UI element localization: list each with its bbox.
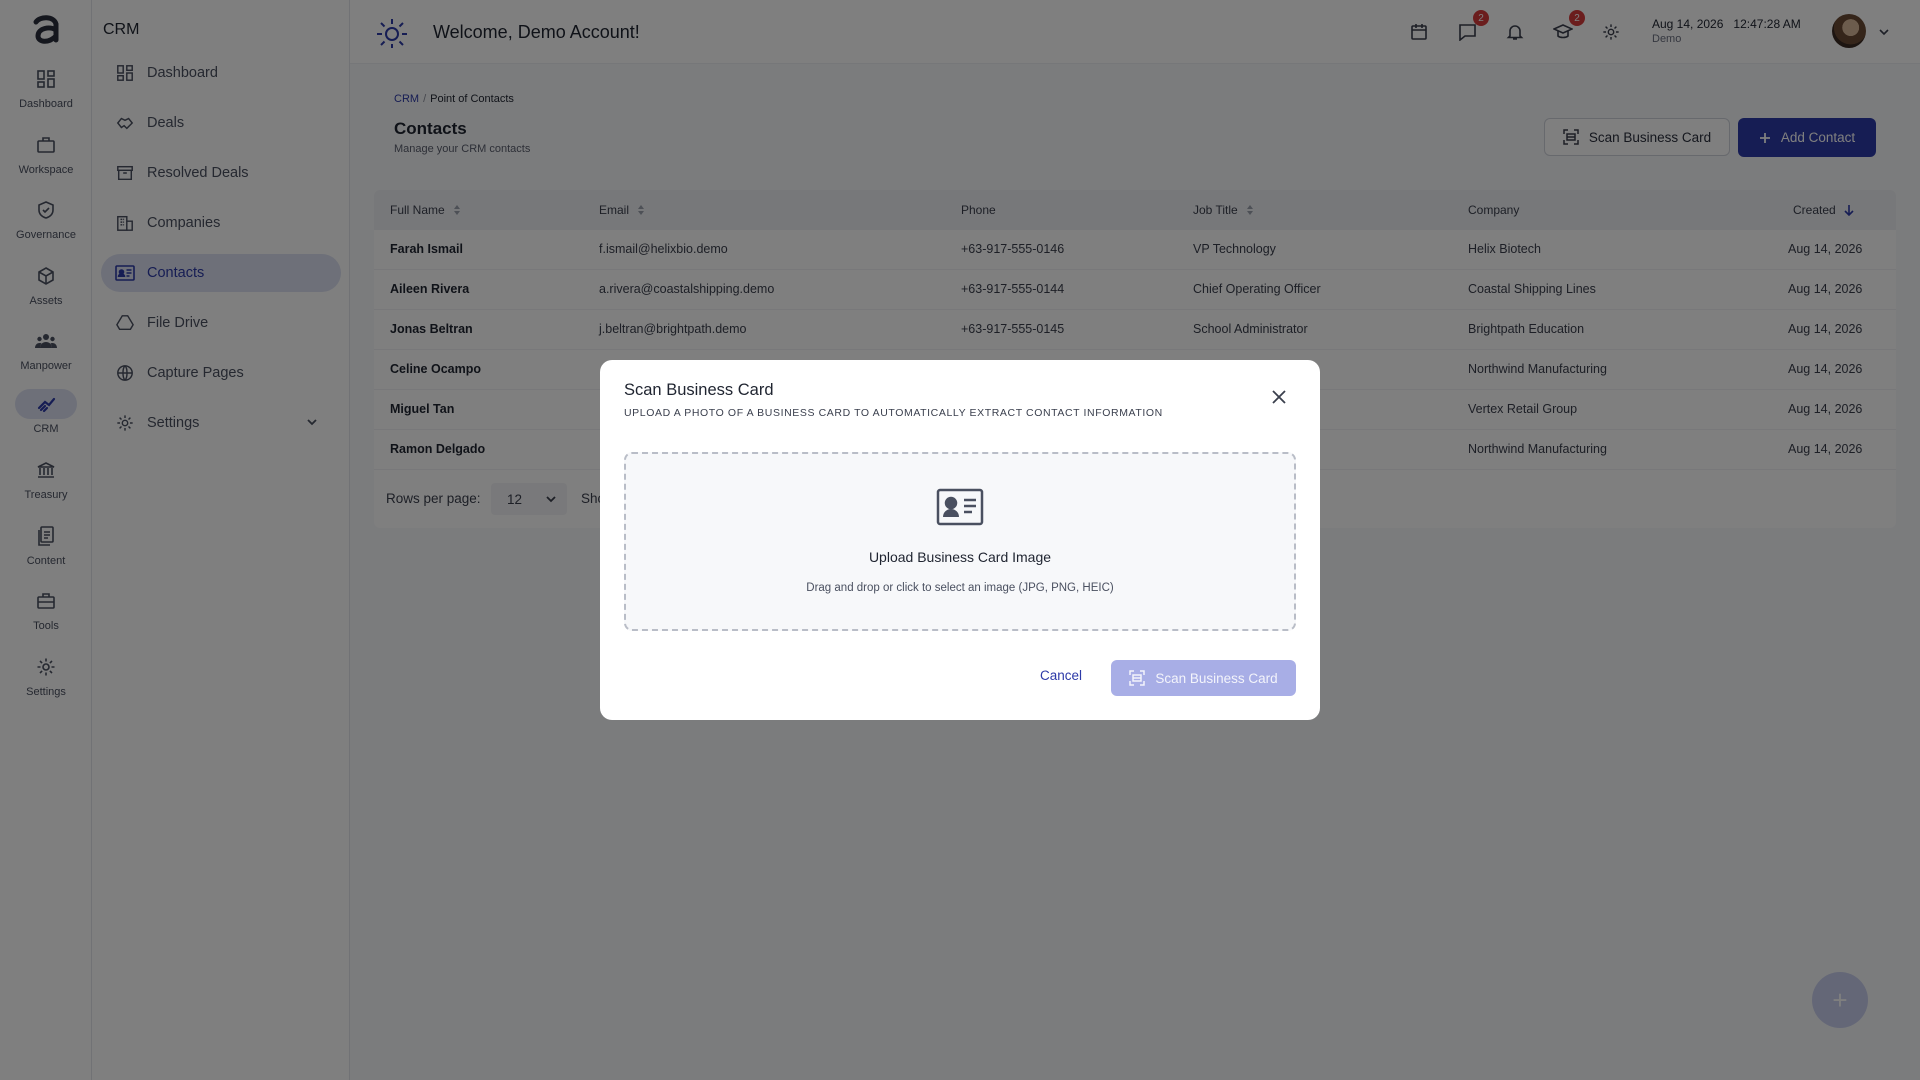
scan-submit-button[interactable]: Scan Business Card <box>1111 660 1296 696</box>
dialog-title: Scan Business Card <box>624 381 774 399</box>
cancel-button[interactable]: Cancel <box>1040 668 1082 683</box>
scan-icon <box>1129 670 1146 686</box>
contact-card-icon <box>936 488 984 526</box>
upload-dropzone[interactable]: Upload Business Card Image Drag and drop… <box>624 452 1296 631</box>
close-icon[interactable] <box>1269 387 1289 407</box>
dropzone-title: Upload Business Card Image <box>868 549 1052 565</box>
dialog-subtitle: UPLOAD A PHOTO OF A BUSINESS CARD TO AUT… <box>624 407 1163 419</box>
scan-business-card-dialog: Scan Business Card UPLOAD A PHOTO OF A B… <box>600 360 1320 720</box>
scan-submit-label: Scan Business Card <box>1155 670 1278 686</box>
dropzone-hint: Drag and drop or click to select an imag… <box>806 582 1114 594</box>
